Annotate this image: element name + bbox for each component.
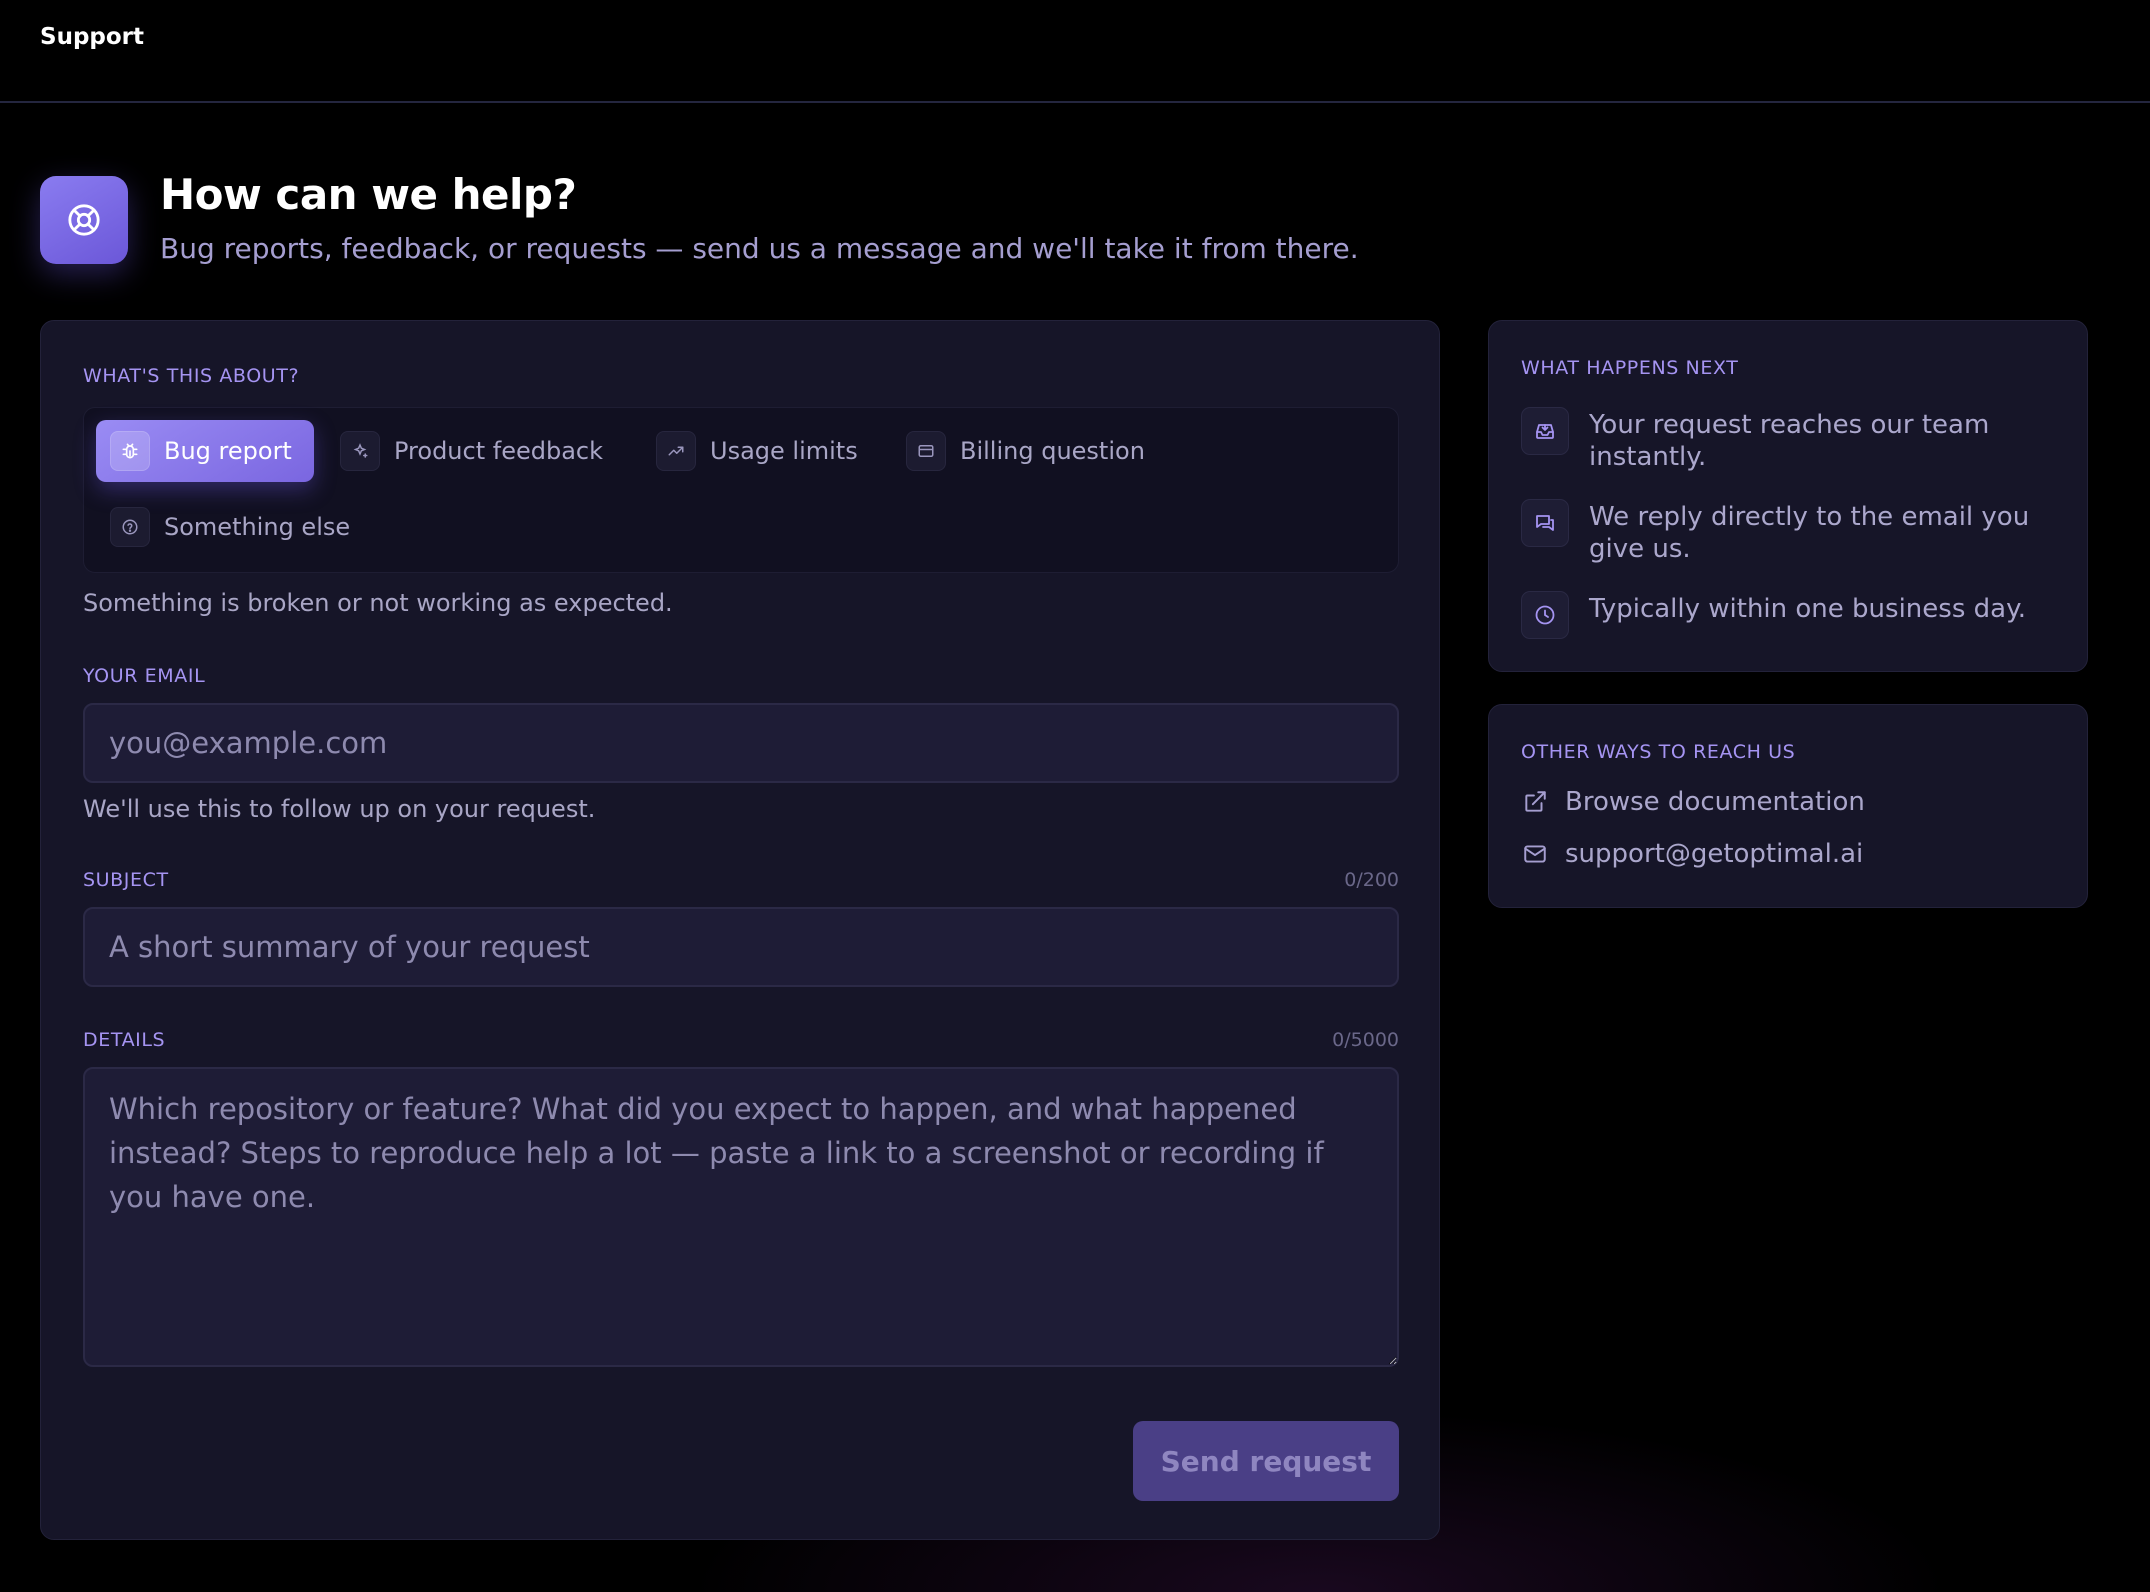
clock-icon xyxy=(1521,591,1569,639)
inbox-icon xyxy=(1521,407,1569,455)
external-link-icon xyxy=(1521,788,1549,816)
subject-input[interactable] xyxy=(83,907,1399,987)
next-steps-title: WHAT HAPPENS NEXT xyxy=(1521,357,1739,379)
support-form-card: WHAT'S THIS ABOUT? Bug report Product fe… xyxy=(40,320,1440,1540)
app-title: Support xyxy=(40,24,145,50)
topic-label: WHAT'S THIS ABOUT? xyxy=(83,365,300,387)
topic-label-text: Usage limits xyxy=(710,437,858,465)
next-step-text: We reply directly to the email you give … xyxy=(1589,502,2030,564)
documentation-link[interactable]: Browse documentation xyxy=(1521,787,1865,817)
page-subtitle: Bug reports, feedback, or requests — sen… xyxy=(160,232,1359,265)
subject-counter: 0/200 xyxy=(1344,869,1399,891)
details-counter: 0/5000 xyxy=(1332,1029,1399,1051)
email-field[interactable] xyxy=(83,703,1399,783)
support-email-link[interactable]: support@getoptimal.ai xyxy=(1521,839,1863,869)
topic-description: Something is broken or not working as ex… xyxy=(83,589,673,617)
trending-up-icon xyxy=(656,431,696,471)
next-step-text: Your request reaches our team instantly. xyxy=(1589,410,1990,472)
next-step-item: We reply directly to the email you give … xyxy=(1521,499,2061,565)
documentation-link-text: Browse documentation xyxy=(1565,787,1865,817)
contact-options-card: OTHER WAYS TO REACH US Browse documentat… xyxy=(1488,704,2088,908)
credit-card-icon xyxy=(906,431,946,471)
mail-icon xyxy=(1521,840,1549,868)
topic-product-feedback[interactable]: Product feedback xyxy=(326,420,617,482)
support-email-text: support@getoptimal.ai xyxy=(1565,839,1864,869)
topic-something-else[interactable]: Something else xyxy=(96,496,364,558)
details-label: DETAILS xyxy=(83,1029,166,1051)
details-textarea[interactable] xyxy=(83,1067,1399,1367)
sparkles-icon xyxy=(340,431,380,471)
topic-selector: Bug report Product feedback Usage limits xyxy=(83,407,1399,573)
bug-icon xyxy=(110,431,150,471)
email-hint: We'll use this to follow up on your requ… xyxy=(83,795,596,823)
topic-label-text: Bug report xyxy=(164,437,292,465)
topic-bug-report[interactable]: Bug report xyxy=(96,420,314,482)
next-steps-card: WHAT HAPPENS NEXT Your request reaches o… xyxy=(1488,320,2088,672)
contact-options-title: OTHER WAYS TO REACH US xyxy=(1521,741,1796,763)
next-step-item: Your request reaches our team instantly. xyxy=(1521,407,2061,473)
subject-label: SUBJECT xyxy=(83,869,169,891)
topic-label-text: Something else xyxy=(164,513,351,541)
top-bar: Support xyxy=(0,0,2150,103)
send-request-button[interactable]: Send request xyxy=(1133,1421,1399,1501)
topic-usage-limits[interactable]: Usage limits xyxy=(642,420,872,482)
topic-label-text: Product feedback xyxy=(394,437,604,465)
page-title: How can we help? xyxy=(160,170,577,219)
help-circle-icon xyxy=(110,507,150,547)
lifebuoy-icon xyxy=(40,176,128,264)
next-step-item: Typically within one business day. xyxy=(1521,591,2061,639)
topic-label-text: Billing question xyxy=(960,437,1145,465)
email-label: YOUR EMAIL xyxy=(83,665,206,687)
topic-billing-question[interactable]: Billing question xyxy=(892,420,1159,482)
next-step-text: Typically within one business day. xyxy=(1589,594,2027,624)
message-icon xyxy=(1521,499,1569,547)
